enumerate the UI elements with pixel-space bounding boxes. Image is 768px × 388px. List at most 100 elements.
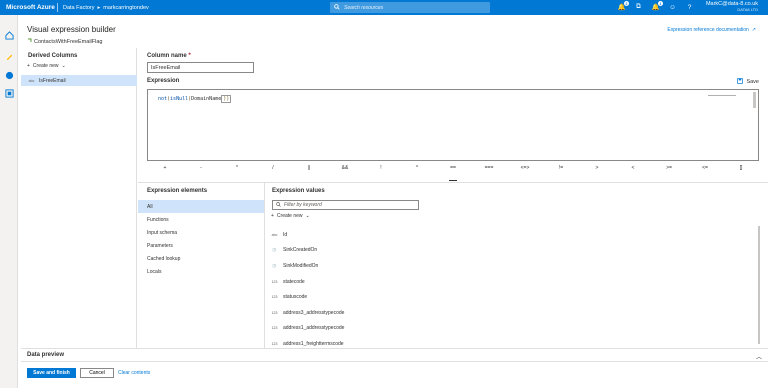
value-item[interactable]: 🕓 SinkCreatedOn	[271, 243, 751, 259]
number-type-icon: 123	[271, 279, 278, 284]
element-item-locals[interactable]: Locals	[138, 265, 264, 278]
value-item[interactable]: 123 statuscode	[271, 289, 751, 305]
chevron-down-icon: ⌄	[305, 213, 310, 219]
top-bar: Microsoft Azure Data Factory ▸ markcarri…	[0, 0, 768, 15]
create-new-label: Create new	[32, 63, 59, 69]
monitor-icon[interactable]	[4, 70, 14, 80]
page-title: Visual expression builder	[27, 25, 116, 34]
value-label: statuscode	[283, 294, 308, 301]
derived-column-label: IsFreeEmail	[39, 77, 66, 84]
value-item[interactable]: 🕓 SinkModifiedOn	[271, 258, 751, 274]
notifications-icon[interactable]: 🔔 2	[617, 1, 629, 12]
derived-column-item[interactable]: abc IsFreeEmail	[21, 75, 137, 86]
feedback-icon[interactable]: ☺	[668, 2, 677, 12]
values-create-new-button[interactable]: + Create new ⌄	[271, 213, 310, 219]
operator-button[interactable]: ^	[402, 165, 432, 175]
alerts-badge: 1	[658, 1, 663, 6]
editor-scrollbar[interactable]	[753, 92, 756, 108]
operator-button[interactable]: /	[258, 165, 288, 175]
operator-button[interactable]: +	[150, 165, 180, 175]
operator-button[interactable]: *	[222, 165, 252, 175]
operator-button[interactable]: []	[726, 165, 756, 175]
operator-button[interactable]: >	[582, 165, 612, 175]
search-icon	[276, 201, 281, 209]
alerts-icon[interactable]: 🔔 1	[651, 1, 663, 12]
external-link-icon: ↗	[751, 27, 756, 33]
manage-icon[interactable]	[4, 88, 14, 98]
reference-docs-link[interactable]: Expression reference documentation ↗	[667, 27, 756, 33]
dataflow-subtitle: ContactsWithFreeEmailFlag	[27, 38, 102, 45]
search-input[interactable]: Search resources	[330, 2, 490, 13]
search-placeholder: Search resources	[344, 4, 384, 11]
help-icon[interactable]: ?	[685, 2, 694, 12]
expression-values-list: abc Id 🕓 SinkCreatedOn 🕓 SinkModifiedOn 123…	[271, 227, 751, 352]
user-tenant: DATA8 LTD	[737, 7, 758, 12]
expression-values-heading: Expression values	[272, 188, 325, 194]
directory-icon[interactable]: ⧉	[634, 2, 643, 12]
operator-button-selected[interactable]: ==	[438, 165, 468, 181]
code-fn-isnull: isNull	[170, 96, 189, 102]
expression-editor[interactable]: not(isNull(DomainName))	[147, 89, 759, 161]
number-type-icon: 123	[271, 310, 278, 315]
search-icon	[334, 3, 340, 12]
plus-icon: +	[271, 213, 274, 219]
value-item[interactable]: abc Id	[271, 227, 751, 243]
derived-columns-heading: Derived Columns	[28, 53, 78, 59]
values-scrollbar[interactable]	[758, 226, 760, 344]
user-account[interactable]: MarkC@data-8.co.uk DATA8 LTD	[706, 1, 758, 13]
value-item[interactable]: 123 statecode	[271, 274, 751, 290]
element-item-cached-lookup[interactable]: Cached lookup	[138, 252, 264, 265]
operator-button[interactable]: ||	[294, 165, 324, 175]
derived-create-new-button[interactable]: + Create new ⌄	[27, 63, 66, 69]
operator-button[interactable]: <=	[690, 165, 720, 175]
value-label: address1_freighttermscode	[283, 340, 344, 347]
operator-button[interactable]: <	[618, 165, 648, 175]
home-icon[interactable]	[4, 30, 14, 40]
breadcrumb-factory[interactable]: markcarringtondev	[103, 5, 149, 11]
value-item[interactable]: 123 address3_addresstypecode	[271, 305, 751, 321]
clear-contents-link[interactable]: Clear contents	[118, 370, 150, 376]
operator-button[interactable]: ===	[474, 165, 504, 175]
create-new-label: Create new	[276, 213, 303, 219]
number-type-icon: 123	[271, 326, 278, 331]
cancel-button[interactable]: Cancel	[80, 368, 114, 378]
chevron-up-icon[interactable]: ︿	[756, 352, 762, 361]
element-item-input-schema[interactable]: Input schema	[138, 226, 264, 239]
element-item-parameters[interactable]: Parameters	[138, 239, 264, 252]
left-rail	[0, 15, 18, 388]
value-label: SinkCreatedOn	[283, 247, 318, 254]
value-label: statecode	[283, 278, 305, 285]
element-item-all[interactable]: All	[138, 200, 264, 213]
required-marker: *	[188, 53, 191, 59]
filter-input[interactable]: Filter by keyword	[272, 200, 419, 210]
element-item-functions[interactable]: Functions	[138, 213, 264, 226]
code-fn-not: not	[158, 96, 168, 102]
value-label: Id	[283, 231, 288, 238]
breadcrumb-service[interactable]: Data Factory	[63, 5, 94, 11]
author-pencil-icon[interactable]	[4, 51, 14, 61]
reference-docs-label: Expression reference documentation	[667, 27, 749, 33]
dataflow-name: ContactsWithFreeEmailFlag	[34, 38, 103, 45]
derived-columns-panel: Derived Columns + Create new ⌄ abc IsFre…	[21, 48, 137, 348]
value-item[interactable]: 123 address1_addresstypecode	[271, 321, 751, 337]
column-name-input[interactable]: IsFreeEmail	[147, 62, 254, 73]
column-name-label: Column name *	[147, 53, 191, 59]
brand-label[interactable]: Microsoft Azure	[0, 4, 57, 11]
breadcrumb: Data Factory ▸ markcarringtondev	[63, 5, 149, 11]
clock-icon: 🕓	[272, 263, 277, 268]
save-expression-button[interactable]: Save	[737, 78, 759, 86]
operator-button[interactable]: -	[186, 165, 216, 175]
operator-button[interactable]: !	[366, 165, 396, 175]
operator-button[interactable]: &&	[330, 165, 360, 175]
dataflow-icon	[27, 38, 32, 45]
expression-elements-heading: Expression elements	[147, 188, 208, 194]
operator-button[interactable]: <=>	[510, 165, 540, 175]
operator-button[interactable]: !=	[546, 165, 576, 175]
code-close: ))	[221, 95, 232, 103]
data-preview-bar[interactable]: Data preview ︿	[21, 348, 768, 362]
operator-button[interactable]: >=	[654, 165, 684, 175]
divider	[264, 183, 265, 348]
save-and-finish-button[interactable]: Save and finish	[27, 368, 76, 378]
footer-actions: Save and finish Cancel Clear contents	[27, 368, 150, 378]
top-icons: 🔔 2 ⧉ 🔔 1 ☺ ?	[617, 1, 694, 12]
